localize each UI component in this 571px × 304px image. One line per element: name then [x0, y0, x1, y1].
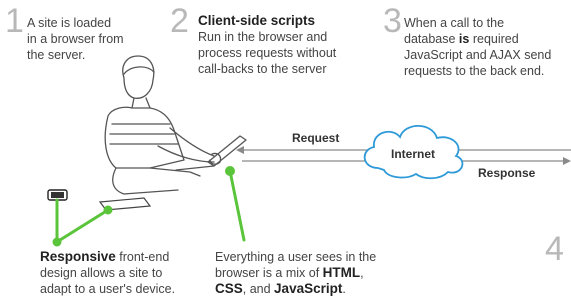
- step-3-number: 3: [383, 2, 402, 40]
- responsive-note: Responsive front-end design allows a sit…: [40, 249, 175, 297]
- step-1-line: the server.: [27, 48, 86, 62]
- web-mix-text-part: , and: [242, 282, 275, 296]
- responsive-keyword: Responsive: [40, 249, 116, 264]
- step-2-line: call-backs to the server: [198, 62, 327, 76]
- responsive-note-line: design allows a site to: [40, 266, 163, 280]
- request-label: Request: [292, 131, 339, 145]
- step-2-text: Client-side scripts Run in the browser a…: [198, 13, 336, 77]
- step-3-line: requests to the back end.: [404, 64, 545, 78]
- web-mix-line: Everything a user sees in the: [215, 250, 377, 264]
- step-3-line: JavaScript and AJAX send: [404, 48, 552, 62]
- step-2-heading: Client-side scripts: [198, 13, 316, 28]
- step-3-text: When a call to the database is required …: [404, 15, 551, 79]
- step-1-line: in a browser from: [27, 32, 124, 46]
- web-mix-text-part: browser is a mix of: [215, 266, 323, 280]
- web-mix-text-part: .: [342, 282, 346, 296]
- internet-label: Internet: [391, 147, 435, 161]
- javascript-keyword: JavaScript: [274, 281, 343, 296]
- step-3-text-part: database: [404, 32, 459, 46]
- step-2-line: Run in the browser and: [198, 30, 328, 44]
- response-label: Response: [478, 166, 536, 180]
- step-2-number: 2: [170, 2, 189, 40]
- step-3-text-part: required: [469, 32, 519, 46]
- step-2-line: process requests without: [198, 46, 337, 60]
- responsive-note-line: adapt to a user's device.: [40, 282, 176, 296]
- step-3-line: database is required: [404, 31, 551, 47]
- screen-pointer-line: [225, 166, 246, 242]
- web-mix-text-part: ,: [360, 266, 364, 280]
- step-4-number: 4: [545, 230, 564, 268]
- css-keyword: CSS: [215, 281, 243, 296]
- html-keyword: HTML: [322, 265, 361, 280]
- step-3-emphasis: is: [458, 32, 470, 46]
- step-1-number: 1: [5, 2, 24, 40]
- step-1-text: A site is loaded in a browser from the s…: [27, 15, 124, 63]
- step-3-line: When a call to the: [404, 16, 505, 30]
- responsive-text-part: front-end: [115, 250, 170, 264]
- step-1-line: A site is loaded: [27, 16, 112, 30]
- responsive-note-line: Responsive front-end: [40, 249, 175, 265]
- web-mix-line: browser is a mix of HTML,: [215, 265, 376, 281]
- responsive-pointer-lines: [52, 198, 113, 247]
- web-mix-line: CSS, and JavaScript.: [215, 281, 376, 297]
- phone-device-icon: [47, 189, 68, 201]
- web-mix-note: Everything a user sees in the browser is…: [215, 249, 376, 297]
